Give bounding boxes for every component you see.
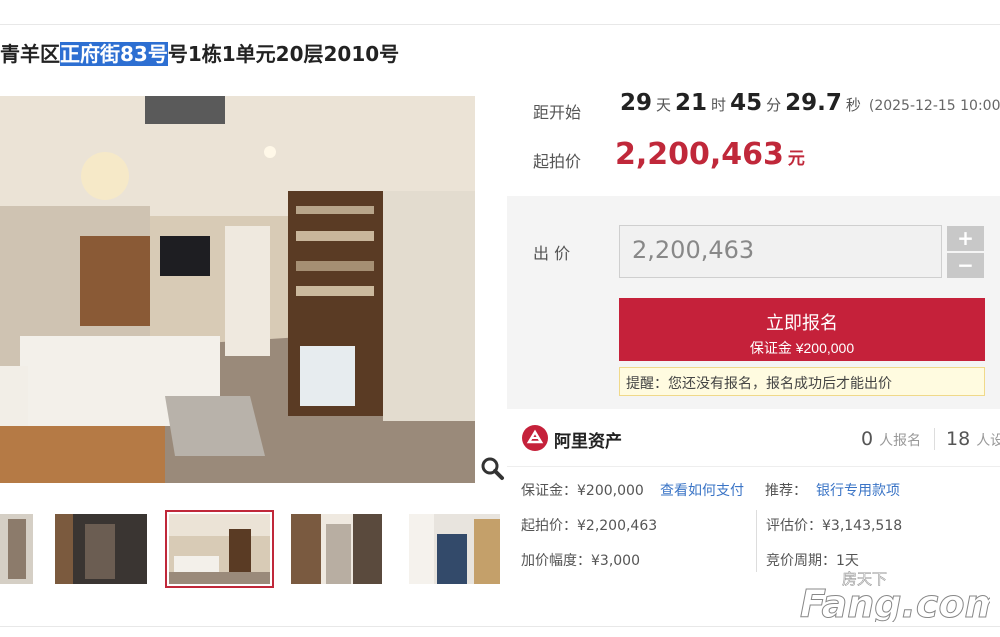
details-separator xyxy=(756,510,757,572)
ali-asset-logo xyxy=(522,425,548,451)
thumbnail-1[interactable] xyxy=(0,514,33,584)
apply-button-label: 立即报名 xyxy=(766,313,838,333)
bid-label: 出 价 xyxy=(533,244,571,263)
thumbnail-5[interactable] xyxy=(409,514,500,584)
fang-watermark: 房天下 Fang.com xyxy=(800,570,990,622)
apply-now-button[interactable]: 立即报名 保证金 ¥200,000 xyxy=(619,298,985,361)
recommend-label: 推荐： xyxy=(765,483,807,499)
zoom-icon[interactable] xyxy=(479,455,505,481)
platform-name: 阿里资产 xyxy=(554,432,622,452)
deposit-info: 保证金：¥200,000 xyxy=(521,483,644,499)
countdown-timer: 29 天 21 时 45 分 29.7 秒 (2025-12-15 10:00 xyxy=(620,90,1000,116)
thumbnail-3-selected[interactable] xyxy=(165,510,274,588)
stat-separator xyxy=(934,428,935,450)
top-divider xyxy=(0,24,1000,25)
bank-account-link[interactable]: 银行专用款项 xyxy=(816,480,900,500)
appraisal-price: 评估价：¥3,143,518 xyxy=(766,518,903,534)
property-title: 青羊区正府街83号号1栋1单元20层2010号 xyxy=(0,42,400,66)
plus-icon[interactable]: + xyxy=(947,226,984,251)
detail-start-price: 起拍价：¥2,200,463 xyxy=(521,518,658,534)
watch-count: 18 人设 xyxy=(946,428,1000,450)
start-price-label: 起拍价 xyxy=(533,152,582,171)
main-property-photo[interactable] xyxy=(0,96,475,483)
apply-button-deposit: 保证金 ¥200,000 xyxy=(749,340,855,356)
bid-increment: 加价幅度：¥3,000 xyxy=(521,553,640,569)
minus-icon[interactable]: − xyxy=(947,253,984,278)
how-to-pay-link[interactable]: 查看如何支付 xyxy=(660,480,744,500)
start-price-value: 2,200,463 元 xyxy=(615,137,805,172)
thumbnail-2[interactable] xyxy=(55,514,147,584)
thumbnail-4[interactable] xyxy=(291,514,382,584)
signup-reminder: 提醒：您还没有报名，报名成功后才能出价 xyxy=(619,367,985,396)
bottom-divider xyxy=(0,626,1000,627)
svg-text:Fang.com: Fang.com xyxy=(800,582,990,622)
info-divider xyxy=(507,466,1000,467)
title-selected-text: 正府街83号 xyxy=(60,42,168,66)
signup-count: 0 人报名 xyxy=(861,428,922,450)
start-datetime: (2025-12-15 10:00 xyxy=(868,98,1000,114)
bid-amount-input[interactable]: 2,200,463 xyxy=(619,225,942,278)
countdown-label: 距开始 xyxy=(533,103,582,122)
